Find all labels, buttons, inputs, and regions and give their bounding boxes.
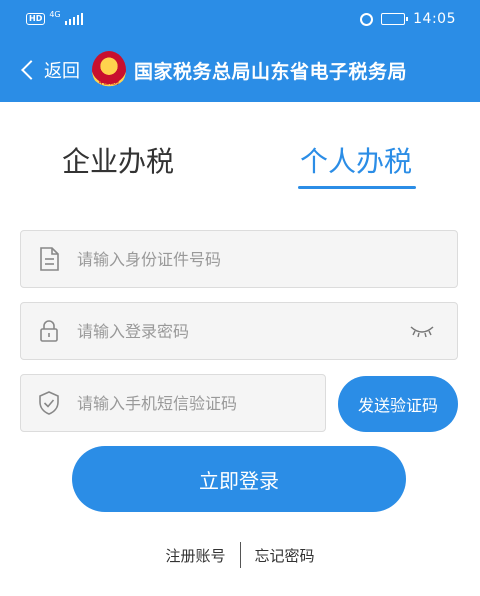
id-number-input[interactable] xyxy=(77,231,457,287)
nav-bar: 返回 中国税务 国家税务总局山东省电子税务局 xyxy=(0,38,480,102)
tab-enterprise[interactable]: 企业办税 xyxy=(62,140,174,180)
status-time: 14:05 xyxy=(413,11,456,27)
lock-icon xyxy=(37,319,61,343)
tab-bar: 企业办税 个人办税 xyxy=(0,140,480,196)
sms-code-field xyxy=(20,374,326,432)
status-left: HD 4G xyxy=(26,10,84,25)
eye-closed-icon[interactable] xyxy=(409,323,435,339)
password-input[interactable] xyxy=(77,303,409,359)
battery-icon xyxy=(381,13,409,25)
login-panel: 企业办税 个人办税 发送验证码 立即登录 注册账号 忘记密码 xyxy=(0,102,480,596)
sms-code-input[interactable] xyxy=(77,375,325,431)
document-icon xyxy=(37,247,61,271)
status-right: 14:05 xyxy=(360,11,456,27)
tax-emblem-logo: 中国税务 xyxy=(92,51,126,89)
back-button[interactable]: 返回 xyxy=(20,57,80,83)
bottom-links: 注册账号 忘记密码 xyxy=(0,542,480,568)
password-field xyxy=(20,302,458,360)
active-tab-indicator xyxy=(298,186,416,189)
signal-icon xyxy=(64,13,84,25)
network-type: 4G xyxy=(49,10,61,19)
register-link[interactable]: 注册账号 xyxy=(165,545,225,566)
back-label: 返回 xyxy=(44,61,80,82)
link-divider xyxy=(239,542,241,568)
login-button[interactable]: 立即登录 xyxy=(72,446,406,512)
status-bar: HD 4G 14:05 xyxy=(0,0,480,38)
forgot-password-link[interactable]: 忘记密码 xyxy=(255,545,315,566)
emblem-lettering: 中国税务 xyxy=(98,80,119,86)
id-number-field xyxy=(20,230,458,288)
shield-check-icon xyxy=(37,391,61,415)
send-code-button[interactable]: 发送验证码 xyxy=(338,376,458,432)
tab-personal[interactable]: 个人办税 xyxy=(300,140,412,180)
alarm-icon xyxy=(360,12,374,26)
chevron-left-icon xyxy=(21,60,41,80)
hd-badge: HD xyxy=(26,13,46,25)
page-title: 国家税务总局山东省电子税务局 xyxy=(134,60,408,83)
